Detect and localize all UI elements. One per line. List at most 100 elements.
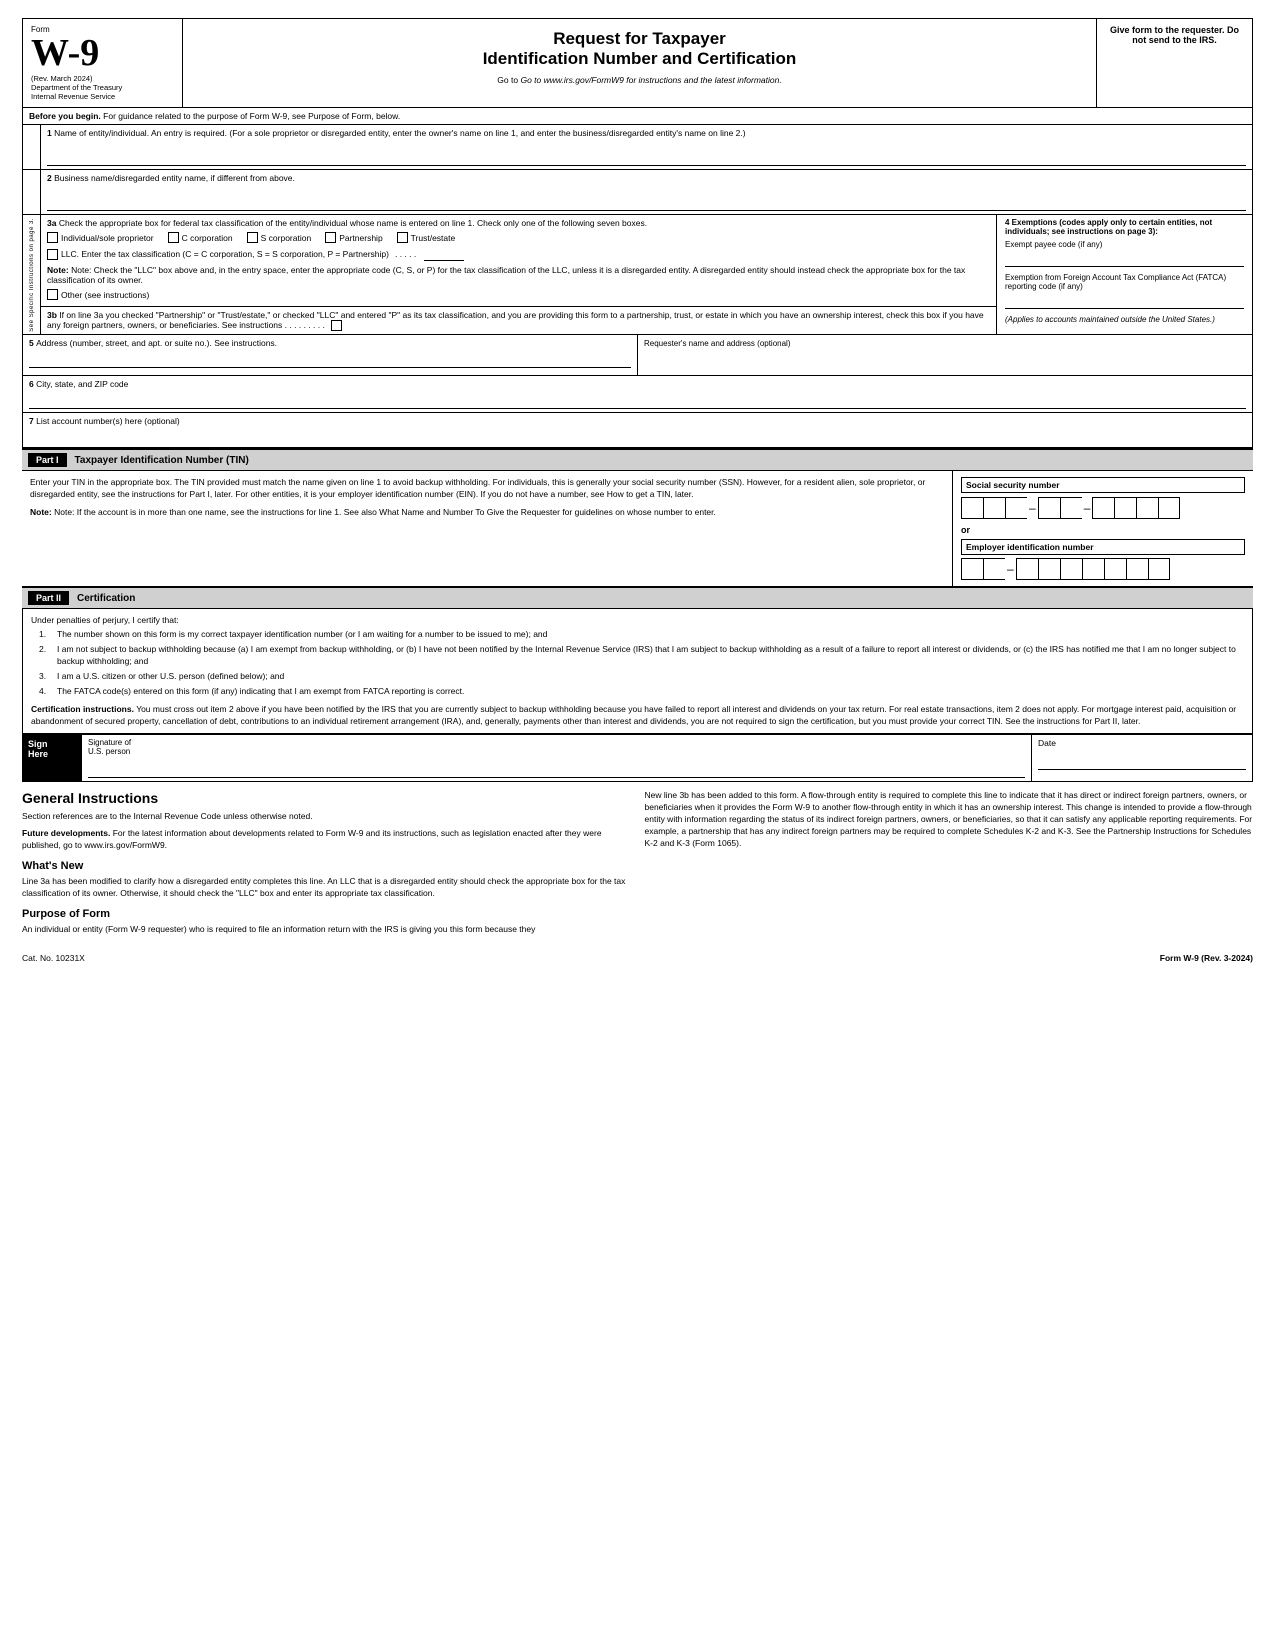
- sign-here-section: Sign Here Signature of U.S. person Date: [22, 734, 1253, 782]
- gen-instructions-title: General Instructions: [22, 790, 631, 806]
- line5-row: 5 Address (number, street, and apt. or s…: [23, 335, 1252, 376]
- cb-scorp: S corporation: [247, 232, 312, 243]
- general-instructions-section: General Instructions Section references …: [22, 790, 1253, 940]
- cb-ccorp: C corporation: [168, 232, 233, 243]
- ein-cell-8[interactable]: [1126, 558, 1148, 580]
- cb-other-box[interactable]: [47, 289, 58, 300]
- ein-cell-1[interactable]: [961, 558, 983, 580]
- form-body: 1 Name of entity/individual. An entry is…: [22, 125, 1253, 449]
- side-spacer: [23, 125, 41, 169]
- line1-content: 1 Name of entity/individual. An entry is…: [41, 125, 1252, 169]
- ein-cell-9[interactable]: [1148, 558, 1170, 580]
- date-field[interactable]: Date: [1032, 735, 1252, 781]
- cb-ccorp-box[interactable]: [168, 232, 179, 243]
- date-line[interactable]: [1038, 750, 1246, 770]
- ein-cell-7[interactable]: [1104, 558, 1126, 580]
- line3a-content: 3a Check the appropriate box for federal…: [41, 215, 996, 307]
- ein-cell-2[interactable]: [983, 558, 1005, 580]
- ein-input-row: –: [961, 558, 1245, 580]
- cb-individual: Individual/sole proprietor: [47, 232, 154, 243]
- date-label: Date: [1038, 738, 1246, 748]
- cb-partnership: Partnership: [325, 232, 382, 243]
- form-header: Form W-9 (Rev. March 2024) Department of…: [22, 18, 1253, 108]
- form-id-section: Form W-9 (Rev. March 2024) Department of…: [23, 19, 183, 107]
- tin-boxes: Social security number – – or Employer i…: [953, 471, 1253, 586]
- ssn-cell-6[interactable]: [1092, 497, 1114, 519]
- cb-3b-box[interactable]: [331, 320, 342, 331]
- line6-row: 6 City, state, and ZIP code: [23, 376, 1252, 413]
- requester-input[interactable]: [644, 348, 1246, 382]
- exempt-payee-input[interactable]: [1005, 251, 1244, 267]
- tin-section: Enter your TIN in the appropriate box. T…: [22, 471, 1253, 587]
- cb-llc-label: LLC. Enter the tax classification (C = C…: [61, 249, 389, 259]
- ssn-cell-8[interactable]: [1136, 497, 1158, 519]
- requester-label: Requester's name and address (optional): [644, 339, 791, 348]
- line1-input[interactable]: [47, 140, 1246, 166]
- tin-instructions: Enter your TIN in the appropriate box. T…: [22, 471, 953, 586]
- fatca-input[interactable]: [1005, 293, 1244, 309]
- title-line1: Request for Taxpayer: [191, 29, 1088, 49]
- ssn-cell-2[interactable]: [983, 497, 1005, 519]
- part1-header: Part I Taxpayer Identification Number (T…: [22, 449, 1253, 471]
- fatca-label: Exemption from Foreign Account Tax Compl…: [1005, 273, 1244, 291]
- line2-section: 2 Business name/disregarded entity name,…: [23, 170, 1252, 215]
- ein-cell-3[interactable]: [1016, 558, 1038, 580]
- tin-intro: Enter your TIN in the appropriate box. T…: [30, 477, 944, 501]
- other-row: Other (see instructions): [47, 289, 990, 300]
- cert-item-2: I am not subject to backup withholding b…: [47, 644, 1244, 668]
- ein-cell-6[interactable]: [1082, 558, 1104, 580]
- sign-label: Sign Here: [22, 735, 82, 781]
- cb-llc-box[interactable]: [47, 249, 58, 260]
- cb-scorp-box[interactable]: [247, 232, 258, 243]
- ein-cell-5[interactable]: [1060, 558, 1082, 580]
- before-begin-text: For guidance related to the purpose of F…: [103, 111, 400, 121]
- cb-partnership-box[interactable]: [325, 232, 336, 243]
- signature-field[interactable]: Signature of U.S. person: [82, 735, 1032, 781]
- ssn-cell-4[interactable]: [1038, 497, 1060, 519]
- line2-input[interactable]: [47, 185, 1246, 211]
- cb-individual-box[interactable]: [47, 232, 58, 243]
- sign-line1: Sign: [28, 739, 75, 749]
- line7-input[interactable]: [29, 430, 1246, 444]
- cb-ccorp-label: C corporation: [182, 233, 233, 243]
- side-spacer2: [23, 170, 41, 214]
- line5-text: Address (number, street, and apt. or sui…: [36, 338, 277, 348]
- fatca-section: Exemption from Foreign Account Tax Compl…: [1005, 273, 1244, 309]
- before-begin-label: Before you begin.: [29, 111, 101, 121]
- ssn-cell-9[interactable]: [1158, 497, 1180, 519]
- line3a-exemptions-row: See Specific Instructions on page 3. 3a …: [23, 215, 1252, 335]
- ssn-cell-3[interactable]: [1005, 497, 1027, 519]
- ssn-cell-1[interactable]: [961, 497, 983, 519]
- cb-trust-box[interactable]: [397, 232, 408, 243]
- cb-individual-label: Individual/sole proprietor: [61, 233, 154, 243]
- ssn-label: Social security number: [961, 477, 1245, 493]
- part2-header: Part II Certification: [22, 587, 1253, 609]
- line3b-content: 3b If on line 3a you checked "Partnershi…: [41, 307, 996, 334]
- future-dev-label: Future developments.: [22, 828, 110, 838]
- sig-line[interactable]: [88, 758, 1025, 778]
- line6-input[interactable]: [29, 393, 1246, 409]
- website-note: Go to Go to www.irs.gov/FormW9 for instr…: [191, 75, 1088, 85]
- ein-label: Employer identification number: [961, 539, 1245, 555]
- llc-dots: . . . . .: [395, 249, 416, 259]
- ssn-cell-7[interactable]: [1114, 497, 1136, 519]
- future-dev: Future developments. For the latest info…: [22, 828, 631, 852]
- certification-list: The number shown on this form is my corr…: [47, 629, 1244, 697]
- line1-text: Name of entity/individual. An entry is r…: [54, 128, 746, 138]
- checkbox-row-1: Individual/sole proprietor C corporation…: [47, 232, 990, 243]
- ssn-dash-2: –: [1082, 501, 1093, 515]
- rev-date: (Rev. March 2024): [31, 74, 174, 83]
- sign-line2: Here: [28, 749, 75, 759]
- line5-input[interactable]: [29, 352, 631, 368]
- ssn-cell-5[interactable]: [1060, 497, 1082, 519]
- cb-trust-label: Trust/estate: [411, 233, 456, 243]
- cb-partnership-label: Partnership: [339, 233, 382, 243]
- title-line2: Identification Number and Certification: [191, 49, 1088, 69]
- line7-text: List account number(s) here (optional): [36, 416, 180, 426]
- llc-input[interactable]: [424, 247, 464, 261]
- before-begin-section: Before you begin. For guidance related t…: [22, 108, 1253, 125]
- ein-cell-4[interactable]: [1038, 558, 1060, 580]
- line3a-text: Check the appropriate box for federal ta…: [59, 218, 647, 228]
- applies-text: (Applies to accounts maintained outside …: [1005, 315, 1244, 324]
- cert-item-3: I am a U.S. citizen or other U.S. person…: [47, 671, 1244, 683]
